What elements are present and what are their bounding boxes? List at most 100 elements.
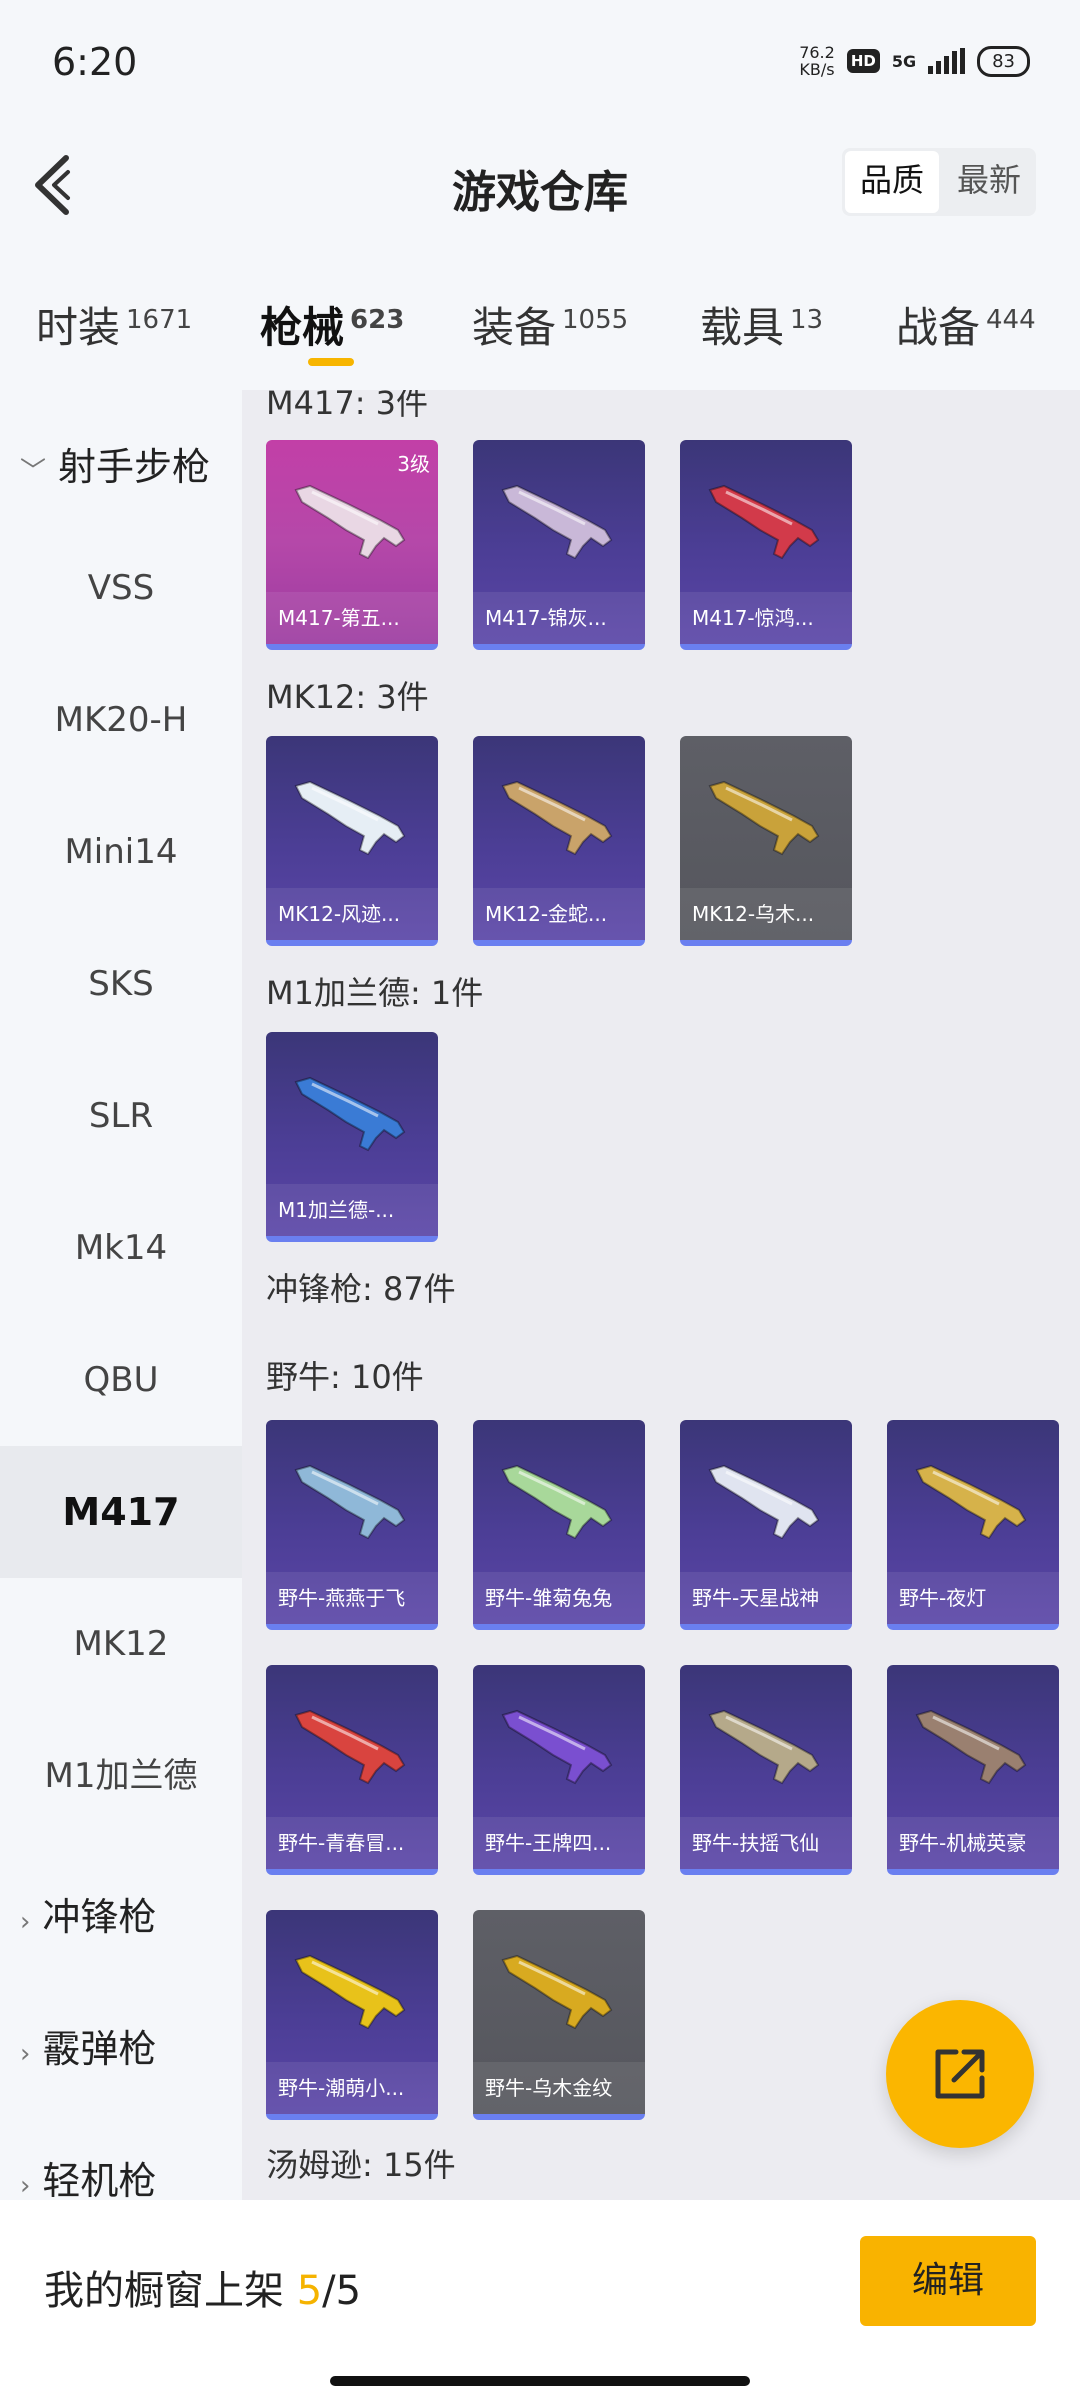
tab-costume-count: 1671 [126, 305, 193, 335]
gun-icon [501, 484, 613, 560]
sidebar-item-qbu[interactable]: QBU [0, 1314, 242, 1446]
chevron-down-icon: ﹀ [20, 457, 47, 487]
showcase-label: 我的橱窗上架 5/5 [44, 2258, 361, 2316]
sidebar-category-label: 冲锋枪 [42, 1895, 157, 1939]
share-icon [935, 2049, 985, 2099]
edit-button[interactable]: 编辑 [860, 2236, 1036, 2326]
sidebar-item-m417[interactable]: M417 [0, 1446, 242, 1578]
weapon-card[interactable]: M417-锦灰... [473, 440, 645, 650]
sidebar-item-sks[interactable]: SKS [0, 918, 242, 1050]
gun-type-sidebar: ﹀ 射手步枪 VSS MK20-H Mini14 SKS SLR Mk14 QBU… [0, 390, 242, 2203]
gun-icon [294, 1954, 406, 2030]
weapon-card[interactable]: 野牛-青春冒... [266, 1665, 438, 1875]
gun-icon [501, 1954, 613, 2030]
gun-icon [708, 780, 820, 856]
battery-icon: 83 [977, 45, 1030, 77]
gun-icon [915, 1464, 1027, 1540]
showcase-total: /5 [322, 2268, 362, 2314]
tab-vehicles[interactable]: 载具 13 [700, 294, 823, 355]
weapon-card[interactable]: 野牛-扶摇飞仙 [680, 1665, 852, 1875]
weapon-card[interactable]: 野牛-潮萌小... [266, 1910, 438, 2120]
status-icons: 76.2 KB/s HD 5G 83 [799, 44, 1030, 78]
sort-quality-button[interactable]: 品质 [845, 151, 939, 213]
status-bar: 6:20 76.2 KB/s HD 5G 83 [0, 0, 1080, 130]
tab-supplies-label: 战备 [896, 303, 981, 352]
sidebar-item-mk14[interactable]: Mk14 [0, 1182, 242, 1314]
weapon-card-label: MK12-金蛇... [473, 888, 645, 940]
tab-costume-label: 时装 [36, 303, 121, 352]
weapon-card-label: 野牛-扶摇飞仙 [680, 1817, 852, 1869]
network-speed: 76.2 KB/s [799, 44, 835, 78]
tab-guns-count: 623 [350, 305, 405, 335]
signal-icon [928, 48, 966, 74]
gun-icon [915, 1709, 1027, 1785]
tab-costume[interactable]: 时装 1671 [36, 294, 192, 355]
weapon-card-label: 野牛-青春冒... [266, 1817, 438, 1869]
weapon-card[interactable]: MK12-风迹... [266, 736, 438, 946]
chevron-right-icon: › [20, 1907, 31, 1937]
sort-toggle: 品质 最新 [842, 148, 1036, 216]
tab-supplies[interactable]: 战备 444 [896, 294, 1036, 355]
showcase-text: 我的橱窗上架 [44, 2268, 284, 2314]
sidebar-item-mk12[interactable]: MK12 [0, 1578, 242, 1710]
sort-latest-button[interactable]: 最新 [942, 148, 1036, 216]
tab-vehicles-count: 13 [790, 305, 824, 335]
weapon-card[interactable]: MK12-乌木... [680, 736, 852, 946]
gun-icon [708, 1464, 820, 1540]
tab-equipment-count: 1055 [562, 305, 629, 335]
tab-equipment[interactable]: 装备 1055 [472, 294, 628, 355]
weapon-card-label: MK12-风迹... [266, 888, 438, 940]
weapon-card-label: 野牛-燕燕于飞 [266, 1572, 438, 1624]
tab-guns-label: 枪械 [260, 303, 345, 352]
weapon-card[interactable]: 野牛-王牌四... [473, 1665, 645, 1875]
sidebar-category-marksman[interactable]: ﹀ 射手步枪 [20, 436, 210, 491]
sidebar-item-mk20h[interactable]: MK20-H [0, 654, 242, 786]
sidebar-category-label: 射手步枪 [58, 445, 211, 489]
network-speed-unit: KB/s [799, 60, 835, 79]
weapon-card-label: 野牛-雏菊兔兔 [473, 1572, 645, 1624]
weapon-card[interactable]: 野牛-乌木金纹 [473, 1910, 645, 2120]
sidebar-item-slr[interactable]: SLR [0, 1050, 242, 1182]
weapon-card-label: 野牛-乌木金纹 [473, 2062, 645, 2114]
weapon-card[interactable]: MK12-金蛇... [473, 736, 645, 946]
home-indicator [330, 2376, 750, 2386]
weapon-card-label: M417-锦灰... [473, 592, 645, 644]
weapon-card[interactable]: 3级 M417-第五... [266, 440, 438, 650]
network-type: 5G [891, 51, 917, 71]
weapon-card[interactable]: 野牛-夜灯 [887, 1420, 1059, 1630]
sidebar-item-mini14[interactable]: Mini14 [0, 786, 242, 918]
gun-icon [294, 1076, 406, 1152]
weapon-card[interactable]: 野牛-天星战神 [680, 1420, 852, 1630]
sidebar-item-m1-garand[interactable]: M1加兰德 [0, 1710, 242, 1842]
gun-icon [294, 484, 406, 560]
weapon-card[interactable]: M417-惊鸿... [680, 440, 852, 650]
weapon-card[interactable]: 野牛-机械英豪 [887, 1665, 1059, 1875]
tab-active-indicator [308, 358, 354, 366]
showcase-bar: 我的橱窗上架 5/5 编辑 [0, 2200, 1080, 2400]
chevron-right-icon: › [20, 2039, 31, 2069]
weapon-card[interactable]: M1加兰德-... [266, 1032, 438, 1242]
category-tabs: 时装 1671 枪械 623 装备 1055 载具 13 战备 444 [0, 250, 1080, 390]
weapon-card[interactable]: 野牛-雏菊兔兔 [473, 1420, 645, 1630]
sidebar-category-label: 霰弹枪 [42, 2027, 157, 2071]
chevron-right-icon: › [20, 2171, 31, 2201]
share-button[interactable] [886, 2000, 1034, 2148]
gun-icon [501, 1709, 613, 1785]
weapon-grid: M417: 3件 MK12: 3件 M1加兰德: 1件 冲锋枪: 87件 野牛:… [242, 390, 1080, 2200]
hd-icon: HD [846, 49, 880, 73]
level-badge: 3级 [397, 452, 430, 476]
sidebar-category-lmg[interactable]: › 轻机枪 [20, 2150, 156, 2205]
section-title: M1加兰德: 1件 [266, 974, 484, 1012]
weapon-card-label: M1加兰德-... [266, 1184, 438, 1236]
sidebar-item-vss[interactable]: VSS [0, 522, 242, 654]
tab-guns[interactable]: 枪械 623 [260, 294, 404, 355]
gun-icon [501, 780, 613, 856]
sidebar-category-shotgun[interactable]: › 霰弹枪 [20, 2018, 156, 2073]
weapon-card[interactable]: 野牛-燕燕于飞 [266, 1420, 438, 1630]
weapon-card-label: M417-第五... [266, 592, 438, 644]
section-title: 冲锋枪: 87件 [266, 1270, 456, 1308]
sidebar-category-smg[interactable]: › 冲锋枪 [20, 1886, 156, 1941]
section-title: MK12: 3件 [266, 678, 429, 716]
tab-vehicles-label: 载具 [700, 303, 785, 352]
tab-equipment-label: 装备 [472, 303, 557, 352]
